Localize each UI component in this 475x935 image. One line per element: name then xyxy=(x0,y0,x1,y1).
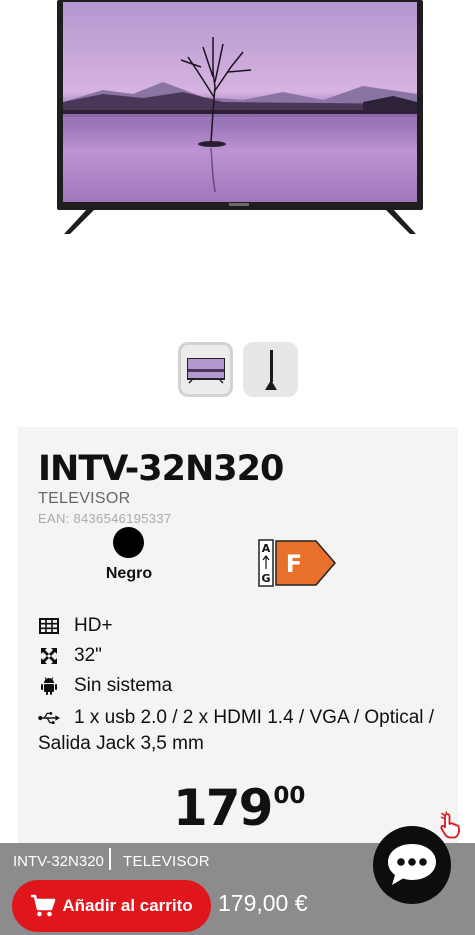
price-decimals: 00 xyxy=(273,783,306,809)
spec-connectivity: 1 x usb 2.0 / 2 x HDMI 1.4 / VGA / Optic… xyxy=(38,705,443,757)
expand-icon xyxy=(38,646,60,666)
brand-logo xyxy=(229,203,249,206)
tv-front-thumbnail-icon xyxy=(186,357,225,384)
energy-label-icon[interactable]: A G F xyxy=(258,539,338,587)
energy-scale-bottom: G xyxy=(261,572,270,585)
bar-separator xyxy=(109,848,111,870)
bar-price: 179,00 € xyxy=(218,890,308,916)
product-main-image xyxy=(0,0,475,330)
spec-resolution-text: HD+ xyxy=(74,615,113,636)
spec-resolution: HD+ xyxy=(38,615,113,637)
bar-model: INTV-32N320 xyxy=(13,853,104,870)
spec-size-text: 32" xyxy=(74,645,102,666)
energy-scale-top: A xyxy=(262,542,271,555)
spec-size: 32" xyxy=(38,645,102,667)
product-title: INTV-32N320 xyxy=(38,449,284,489)
add-to-cart-label: Añadir al carrito xyxy=(62,896,193,915)
chat-bubble-icon xyxy=(388,844,436,885)
spec-os-text: Sin sistema xyxy=(74,675,173,696)
spec-os: Sin sistema xyxy=(38,675,172,697)
product-category: TELEVISOR xyxy=(38,490,131,507)
bar-category: TELEVISOR xyxy=(123,853,210,870)
cart-icon xyxy=(31,894,56,917)
energy-grade: F xyxy=(286,550,302,578)
tv-right-foot xyxy=(386,208,416,234)
image-thumbnails xyxy=(178,342,298,397)
add-to-cart-button[interactable]: Añadir al carrito xyxy=(12,880,211,932)
spec-connectivity-text: 1 x usb 2.0 / 2 x HDMI 1.4 / VGA / Optic… xyxy=(38,707,435,754)
price-integer: 179 xyxy=(173,779,273,837)
android-icon xyxy=(38,676,60,696)
tv-screen xyxy=(63,2,417,202)
thumbnail-tv-front[interactable] xyxy=(178,342,233,397)
pointer-hand-icon xyxy=(440,811,460,839)
thumbnail-tv-side[interactable] xyxy=(243,342,298,397)
tv-side-thumbnail-icon xyxy=(264,349,277,390)
product-price: 17900 xyxy=(173,779,305,837)
product-info-card: INTV-32N320 TELEVISOR EAN: 8436546195337… xyxy=(18,427,458,847)
product-ean: EAN: 8436546195337 xyxy=(38,511,172,526)
color-label: Negro xyxy=(105,565,153,582)
grid-icon xyxy=(38,616,60,636)
color-swatch[interactable] xyxy=(113,527,144,558)
tv-left-foot xyxy=(64,208,94,234)
